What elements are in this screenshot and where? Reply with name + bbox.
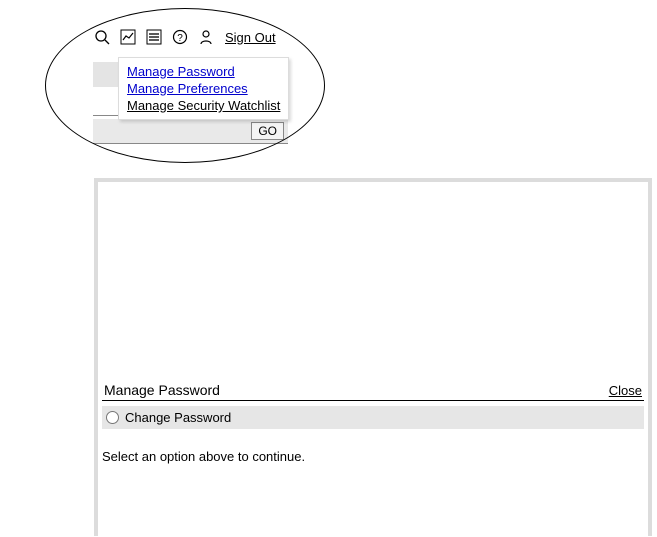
option-row: Change Password [102,406,644,429]
search-icon[interactable] [93,28,111,46]
panel-header: Manage Password Close [102,382,644,401]
svg-text:?: ? [177,33,183,44]
menu-item-manage-password[interactable]: Manage Password [127,63,280,80]
panel-inner: Manage Password Close Change Password Se… [98,182,648,532]
dropdown-area: Manage Password Manage Preferences Manag… [93,57,289,114]
go-row: GO [93,119,288,144]
menu-item-manage-security-watchlist[interactable]: Manage Security Watchlist [127,97,280,114]
grey-strip [93,62,118,87]
hint-text: Select an option above to continue. [102,449,644,464]
user-dropdown-menu: Manage Password Manage Preferences Manag… [118,57,289,120]
toolbar: ? Sign Out [93,27,289,47]
help-icon[interactable]: ? [171,28,189,46]
manage-password-panel: Manage Password Close Change Password Se… [94,178,652,536]
menu-icon[interactable] [145,28,163,46]
change-password-radio[interactable] [106,411,119,424]
go-button[interactable]: GO [251,122,284,140]
user-icon[interactable] [197,28,215,46]
menu-item-manage-preferences[interactable]: Manage Preferences [127,80,280,97]
top-toolbar-area: ? Sign Out Manage Password Manage Prefer… [93,27,289,114]
blank-area [98,182,648,382]
chart-icon[interactable] [119,28,137,46]
change-password-label: Change Password [125,410,231,425]
panel-title: Manage Password [104,382,220,398]
close-link[interactable]: Close [609,383,642,398]
sign-out-link[interactable]: Sign Out [225,30,276,45]
